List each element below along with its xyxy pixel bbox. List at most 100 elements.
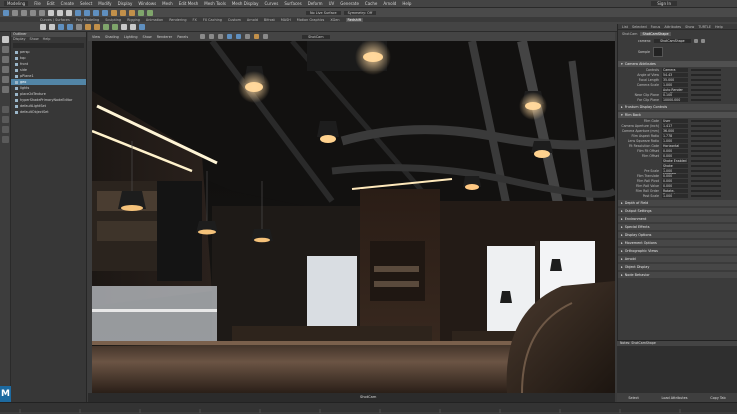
section-header[interactable]: ▸ Depth of Field — [618, 200, 737, 206]
attr-menu-item[interactable]: TURTLE — [698, 25, 711, 29]
menu-item-file[interactable]: File — [34, 1, 41, 6]
attribute-field[interactable]: Shake Enabled — [662, 158, 688, 163]
attribute-slider[interactable] — [691, 164, 721, 167]
attr-menu-item[interactable]: Help — [715, 25, 723, 29]
smooth-shade-icon[interactable] — [236, 34, 242, 39]
menu-item-mesh-display[interactable]: Mesh Display — [232, 1, 259, 6]
attribute-slider[interactable] — [691, 159, 721, 162]
menu-item-curves[interactable]: Curves — [264, 1, 278, 6]
shelf-tab[interactable]: XGen — [330, 18, 339, 22]
ae-button-copy-tab[interactable]: Copy Tab — [710, 396, 725, 400]
redo-icon[interactable] — [39, 9, 45, 16]
shelf-tab[interactable]: Sculpting — [105, 18, 121, 22]
attribute-field[interactable]: 1.000 — [662, 168, 688, 173]
time-slider[interactable] — [0, 402, 737, 413]
sign-in-button[interactable]: Sign In — [651, 1, 677, 6]
render-frame-icon[interactable] — [120, 9, 126, 16]
shelf-tab[interactable]: Rigging — [127, 18, 140, 22]
attribute-slider[interactable] — [691, 88, 721, 91]
select-object-icon[interactable] — [57, 9, 63, 16]
notes-panel[interactable]: Notes: ShotCamShape — [617, 340, 737, 393]
menu-item-mesh[interactable]: Mesh — [162, 1, 173, 6]
attribute-field[interactable]: 1.000 — [662, 193, 688, 198]
attribute-field[interactable]: 10000.000 — [662, 97, 688, 102]
attribute-field[interactable]: 0.000 — [662, 153, 688, 158]
snap-point-icon[interactable] — [93, 9, 99, 16]
move-tool-icon[interactable] — [2, 66, 9, 73]
presets-icon[interactable] — [700, 39, 705, 43]
attribute-slider[interactable] — [691, 144, 721, 147]
symmetry-field[interactable]: Symmetry: Off — [343, 10, 377, 15]
shelf-tab[interactable]: Arnold — [247, 18, 258, 22]
attribute-field[interactable]: 0.100 — [662, 92, 688, 97]
outliner-menu-item[interactable]: Help — [43, 37, 51, 42]
attribute-field[interactable]: 1.417 — [662, 123, 688, 128]
camera-field[interactable]: ShotCam — [302, 34, 330, 39]
section-header[interactable]: ▸ Frustum Display Controls — [618, 104, 737, 110]
shelf-tool-icon[interactable] — [121, 23, 127, 30]
select-tool-icon[interactable] — [2, 36, 9, 43]
attribute-field[interactable]: Camera — [662, 67, 688, 72]
menu-item-cache[interactable]: Cache — [365, 1, 377, 6]
ae-button-select[interactable]: Select — [628, 396, 638, 400]
shelf-tab[interactable]: Curves / Surfaces — [40, 18, 70, 22]
lights-icon[interactable] — [254, 34, 260, 39]
shelf-tool-icon[interactable] — [76, 23, 82, 30]
open-scene-icon[interactable] — [12, 9, 18, 16]
lasso-tool-icon[interactable] — [2, 46, 9, 53]
attribute-field[interactable]: 1.000 — [662, 82, 688, 87]
menu-item-surfaces[interactable]: Surfaces — [284, 1, 301, 6]
attribute-field[interactable]: User — [662, 118, 688, 123]
perspective-viewport[interactable] — [92, 41, 615, 393]
single-view-icon[interactable] — [2, 106, 9, 113]
textured-icon[interactable] — [245, 34, 251, 39]
shelf-tool-icon[interactable] — [94, 23, 100, 30]
attribute-field[interactable]: 0.000 — [662, 183, 688, 188]
shelf-tab[interactable]: Animation — [146, 18, 163, 22]
section-header[interactable]: ▸ Output Settings — [618, 208, 737, 214]
menu-item-help[interactable]: Help — [402, 1, 411, 6]
section-header[interactable]: ▸ Special Effects — [618, 224, 737, 230]
viewport-menu-view[interactable]: View — [92, 35, 100, 39]
outliner-menu-item[interactable]: Display — [13, 37, 26, 42]
attr-tab[interactable]: ShotCamShape — [640, 31, 671, 36]
section-header[interactable]: ▸ Movement Options — [618, 240, 737, 246]
select-hierarchy-icon[interactable] — [48, 9, 54, 16]
outliner-row[interactable]: defaultObjectSet — [11, 109, 86, 115]
scale-tool-icon[interactable] — [2, 86, 9, 93]
attr-menu-item[interactable]: Selected — [632, 25, 647, 29]
shelf-tool-icon[interactable] — [139, 23, 145, 30]
bookmark-icon[interactable] — [209, 34, 215, 39]
hypershade-icon[interactable] — [147, 9, 153, 16]
construction-history-icon[interactable] — [111, 9, 117, 16]
menu-item-edit-mesh[interactable]: Edit Mesh — [179, 1, 199, 6]
attribute-field[interactable]: 35.000 — [662, 77, 688, 82]
attribute-field[interactable]: 0.000 — [662, 178, 688, 183]
select-component-icon[interactable] — [66, 9, 72, 16]
menu-item-edit[interactable]: Edit — [47, 1, 55, 6]
shelf-tab[interactable]: FX Caching — [203, 18, 222, 22]
graph-layout-icon[interactable] — [2, 136, 9, 143]
menu-item-windows[interactable]: Windows — [138, 1, 156, 6]
rotate-tool-icon[interactable] — [2, 76, 9, 83]
save-scene-icon[interactable] — [21, 9, 27, 16]
menu-item-mesh-tools[interactable]: Mesh Tools — [204, 1, 226, 6]
attribute-slider[interactable] — [691, 119, 721, 122]
attribute-slider[interactable] — [691, 73, 721, 76]
viewport-menu-lighting[interactable]: Lighting — [124, 35, 138, 39]
viewport-menu-shading[interactable]: Shading — [105, 35, 119, 39]
undo-icon[interactable] — [30, 9, 36, 16]
shelf-tab[interactable]: MASH — [281, 18, 291, 22]
viewport-menu-renderer[interactable]: Renderer — [157, 35, 172, 39]
attribute-slider[interactable] — [691, 83, 721, 86]
attribute-field[interactable]: 1.000 — [662, 138, 688, 143]
ipr-render-icon[interactable] — [129, 9, 135, 16]
render-settings-icon[interactable] — [138, 9, 144, 16]
attribute-slider[interactable] — [691, 68, 721, 71]
viewport-menu-show[interactable]: Show — [143, 35, 152, 39]
shelf-tool-icon[interactable] — [112, 23, 118, 30]
attribute-field[interactable]: 0.000 — [662, 148, 688, 153]
attr-menu-item[interactable]: Show — [685, 25, 694, 29]
attr-menu-item[interactable]: Focus — [651, 25, 661, 29]
attribute-field[interactable]: Auto Render Clip Plane — [662, 87, 688, 96]
